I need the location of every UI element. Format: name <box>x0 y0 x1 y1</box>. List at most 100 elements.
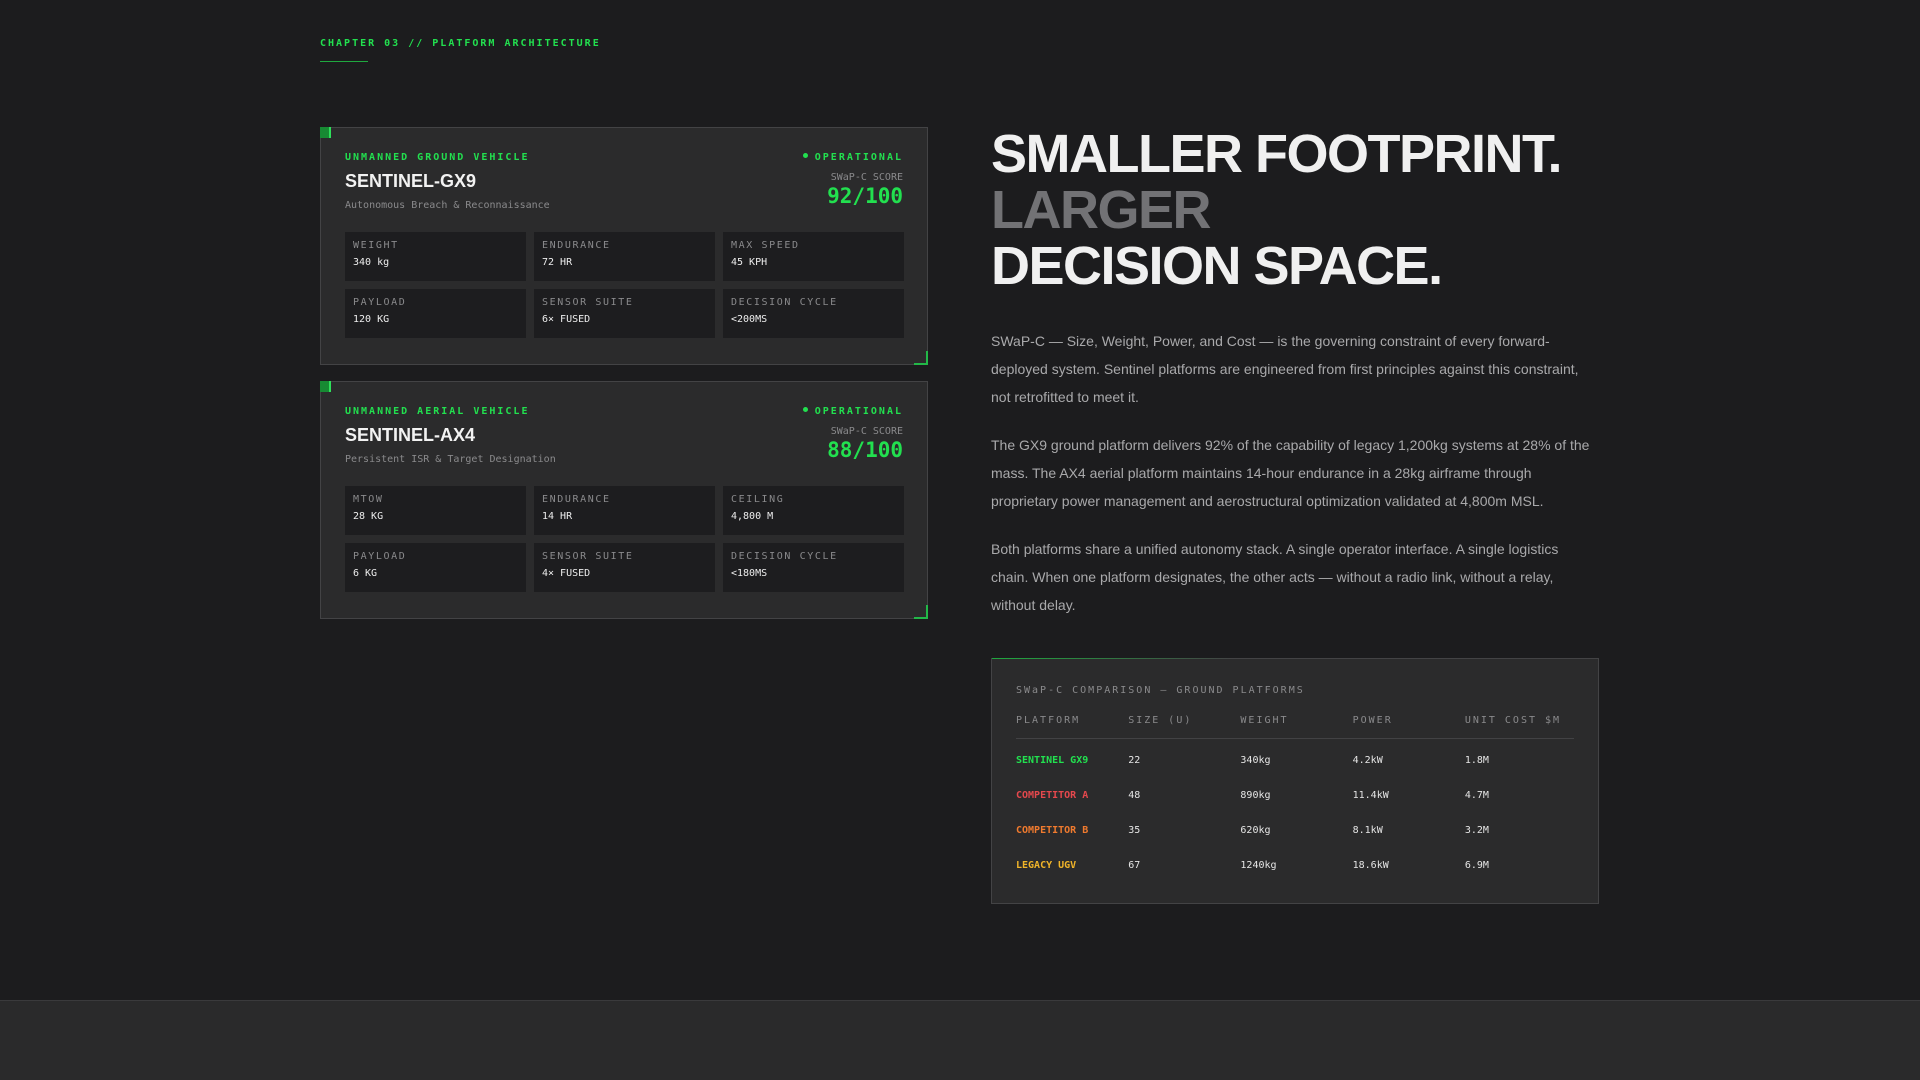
spec-label: MAX SPEED <box>731 240 800 251</box>
spec-cell: DECISION CYCLE <200MS <box>723 289 904 338</box>
spec-value: 6 KG <box>353 568 378 579</box>
table-header: PLATFORM SIZE (U) WEIGHT POWER UNIT COST… <box>1016 715 1574 739</box>
spec-label: PAYLOAD <box>353 297 407 308</box>
spec-cell: PAYLOAD 6 KG <box>345 543 526 592</box>
corner-marker <box>320 381 331 392</box>
vehicle-card-ax4[interactable]: UNMANNED AERIAL VEHICLE OPERATIONAL SWaP… <box>320 381 928 619</box>
platform-name: COMPETITOR B <box>1016 825 1089 836</box>
vehicle-description: Persistent ISR & Target Designation <box>345 454 556 465</box>
spec-cell: SENSOR SUITE 6× FUSED <box>534 289 715 338</box>
platform-name: LEGACY UGV <box>1016 860 1077 871</box>
weight-cell: 890kg <box>1240 790 1271 801</box>
status-badge: OPERATIONAL <box>802 406 903 417</box>
spec-value: 4× FUSED <box>542 568 591 579</box>
power-cell: 4.2kW <box>1352 755 1383 766</box>
chapter-label: CHAPTER 03 // PLATFORM ARCHITECTURE <box>320 38 601 49</box>
vehicle-name: SENTINEL-GX9 <box>345 171 477 191</box>
score-label: SWaP-C SCORE <box>830 426 903 437</box>
vehicle-name: SENTINEL-AX4 <box>345 425 476 445</box>
cost-cell: 4.7M <box>1464 790 1489 801</box>
vehicle-description: Autonomous Breach & Reconnaissance <box>345 200 550 211</box>
column-header: POWER <box>1352 715 1393 726</box>
corner-bracket <box>914 351 928 365</box>
comparison-table: SWaP-C COMPARISON — GROUND PLATFORMS PLA… <box>991 658 1599 904</box>
body-paragraph-1: SWaP-C — Size, Weight, Power, and Cost —… <box>991 333 1579 405</box>
status-text: OPERATIONAL <box>814 406 903 417</box>
body-paragraph-2: The GX9 ground platform delivers 92% of … <box>991 437 1590 509</box>
spec-label: ENDURANCE <box>542 494 611 505</box>
spec-label: CEILING <box>731 494 785 505</box>
spec-cell: PAYLOAD 120 KG <box>345 289 526 338</box>
status-text: OPERATIONAL <box>814 152 903 163</box>
headline-line-3: DECISION SPACE. <box>991 236 1443 296</box>
accent-line <box>992 658 1232 659</box>
table-row: COMPETITOR A 48 890kg 11.4kW 4.7M <box>1016 790 1574 810</box>
table-row: SENTINEL GX9 22 340kg 4.2kW 1.8M <box>1016 755 1574 775</box>
weight-cell: 1240kg <box>1240 860 1277 871</box>
size-cell: 67 <box>1128 860 1141 871</box>
spec-cell: MAX SPEED 45 KPH <box>723 232 904 281</box>
spec-value: 4,800 M <box>731 511 774 522</box>
spec-cell: ENDURANCE 14 HR <box>534 486 715 535</box>
cost-cell: 1.8M <box>1464 755 1489 766</box>
size-cell: 35 <box>1128 825 1141 836</box>
spec-value: 340 kg <box>353 257 390 268</box>
page-headline: SMALLER FOOTPRINT. LARGER DECISION SPACE… <box>991 124 1562 296</box>
column-header: PLATFORM <box>1016 715 1081 726</box>
spec-grid: MTOW 28 KG ENDURANCE 14 HR CEILING 4,800 M … <box>345 486 904 592</box>
vehicle-card-gx9[interactable]: UNMANNED GROUND VEHICLE OPERATIONAL SWaP… <box>320 127 928 365</box>
platform-name: SENTINEL GX9 <box>1016 755 1089 766</box>
spec-label: ENDURANCE <box>542 240 611 251</box>
spec-cell: ENDURANCE 72 HR <box>534 232 715 281</box>
spec-value: 120 KG <box>353 314 390 325</box>
spec-value: 14 HR <box>542 511 573 522</box>
spec-value: 6× FUSED <box>542 314 591 325</box>
column-header: WEIGHT <box>1240 715 1289 726</box>
score-label: SWaP-C SCORE <box>830 172 903 183</box>
spec-cell: CEILING 4,800 M <box>723 486 904 535</box>
size-cell: 22 <box>1128 755 1141 766</box>
platform-name: COMPETITOR A <box>1016 790 1089 801</box>
spec-label: WEIGHT <box>353 240 399 251</box>
size-cell: 48 <box>1128 790 1141 801</box>
corner-marker <box>320 127 331 138</box>
power-cell: 18.6kW <box>1352 860 1389 871</box>
spec-value: <200MS <box>731 314 768 325</box>
spec-label: SENSOR SUITE <box>542 297 634 308</box>
body-paragraph-3: Both platforms share a unified autonomy … <box>991 541 1559 613</box>
spec-cell: MTOW 28 KG <box>345 486 526 535</box>
spec-label: DECISION CYCLE <box>731 297 838 308</box>
headline-line-2: LARGER <box>991 180 1211 240</box>
spec-cell: SENSOR SUITE 4× FUSED <box>534 543 715 592</box>
spec-value: 28 KG <box>353 511 384 522</box>
weight-cell: 340kg <box>1240 755 1271 766</box>
score-value: 92/100 <box>827 184 903 208</box>
column-header: SIZE (U) <box>1128 715 1193 726</box>
corner-bracket <box>914 605 928 619</box>
power-cell: 11.4kW <box>1352 790 1389 801</box>
spec-grid: WEIGHT 340 kg ENDURANCE 72 HR MAX SPEED 45 … <box>345 232 904 338</box>
chapter-underline <box>320 61 368 62</box>
score-value: 88/100 <box>827 438 903 462</box>
cost-cell: 3.2M <box>1464 825 1489 836</box>
spec-label: DECISION CYCLE <box>731 551 838 562</box>
status-dot-icon <box>802 407 808 412</box>
table-row: LEGACY UGV 67 1240kg 18.6kW 6.9M <box>1016 860 1574 880</box>
status-badge: OPERATIONAL <box>802 152 903 163</box>
spec-cell: WEIGHT 340 kg <box>345 232 526 281</box>
table-row: COMPETITOR B 35 620kg 8.1kW 3.2M <box>1016 825 1574 845</box>
spec-value: 72 HR <box>542 257 573 268</box>
spec-label: PAYLOAD <box>353 551 407 562</box>
status-dot-icon <box>802 153 808 158</box>
comparison-title: SWaP-C COMPARISON — GROUND PLATFORMS <box>1016 685 1305 696</box>
spec-label: SENSOR SUITE <box>542 551 634 562</box>
spec-cell: DECISION CYCLE <180MS <box>723 543 904 592</box>
cost-cell: 6.9M <box>1464 860 1489 871</box>
column-header: UNIT COST $M <box>1464 715 1562 726</box>
power-cell: 8.1kW <box>1352 825 1383 836</box>
spec-value: <180MS <box>731 568 768 579</box>
spec-label: MTOW <box>353 494 384 505</box>
footer-strip <box>0 1000 1920 1080</box>
headline-line-1: SMALLER FOOTPRINT. <box>991 124 1562 184</box>
spec-value: 45 KPH <box>731 257 768 268</box>
